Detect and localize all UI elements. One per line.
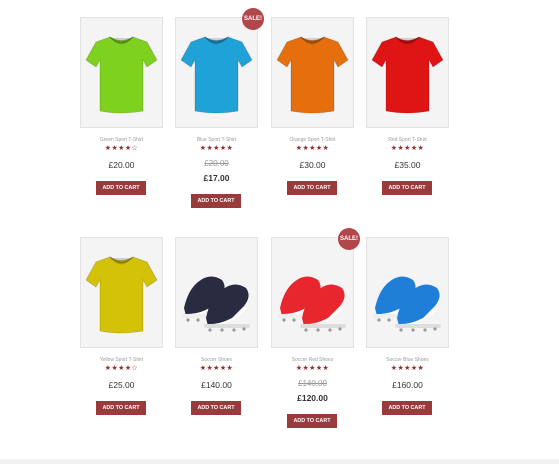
rating-stars: ★★★★★: [199, 365, 234, 372]
product-price: £20.00: [108, 160, 135, 170]
add-to-cart-button[interactable]: ADD TO CART: [382, 181, 432, 195]
rating-stars: ★★★★★: [390, 365, 425, 372]
tshirt-image[interactable]: [80, 237, 163, 348]
add-to-cart-button[interactable]: ADD TO CART: [382, 401, 432, 415]
add-to-cart-button[interactable]: ADD TO CART: [191, 194, 241, 208]
product-price: £35.00: [394, 160, 421, 170]
cleats-image[interactable]: [271, 237, 354, 348]
rating-stars: ★★★★★: [295, 365, 330, 372]
product-title[interactable]: Yellow Sport T-Shirt: [80, 357, 163, 363]
sale-badge: SALE!: [338, 228, 360, 250]
product-title[interactable]: Soccer Shoes: [175, 357, 258, 363]
footer-divider: [0, 459, 559, 464]
product-title[interactable]: Soccer Red Shoes: [271, 357, 354, 363]
product-price: £17.00: [203, 173, 230, 183]
product-price: £160.00: [392, 380, 423, 390]
product-title[interactable]: Soccer Blue Shoes: [366, 357, 449, 363]
product-price: £120.00: [297, 393, 328, 403]
rating-stars: ★★★★★: [295, 145, 330, 152]
rating-stars: ★★★★★: [390, 145, 425, 152]
tshirt-image[interactable]: [80, 17, 163, 128]
tshirt-image[interactable]: [271, 17, 354, 128]
product-price: £25.00: [108, 380, 135, 390]
add-to-cart-button[interactable]: ADD TO CART: [287, 414, 337, 428]
product-title[interactable]: Green Sport T-Shirt: [80, 137, 163, 143]
rating-stars: ★★★★☆: [104, 365, 139, 372]
product-title[interactable]: Blue Sport T-Shirt: [175, 137, 258, 143]
product-price: £30.00: [299, 160, 326, 170]
original-price: £20.00: [204, 159, 229, 168]
sale-badge: SALE!: [242, 8, 264, 30]
tshirt-image[interactable]: [175, 17, 258, 128]
add-to-cart-button[interactable]: ADD TO CART: [96, 401, 146, 415]
cleats-image[interactable]: [366, 237, 449, 348]
add-to-cart-button[interactable]: ADD TO CART: [191, 401, 241, 415]
product-title[interactable]: Red Sport T-Shirt: [366, 137, 449, 143]
product-title[interactable]: Orange Sport T-Shirt: [271, 137, 354, 143]
product-price: £140.00: [201, 380, 232, 390]
cleats-image[interactable]: [175, 237, 258, 348]
rating-stars: ★★★★☆: [104, 145, 139, 152]
add-to-cart-button[interactable]: ADD TO CART: [287, 181, 337, 195]
rating-stars: ★★★★★: [199, 145, 234, 152]
tshirt-image[interactable]: [366, 17, 449, 128]
original-price: £140.00: [298, 379, 327, 388]
add-to-cart-button[interactable]: ADD TO CART: [96, 181, 146, 195]
